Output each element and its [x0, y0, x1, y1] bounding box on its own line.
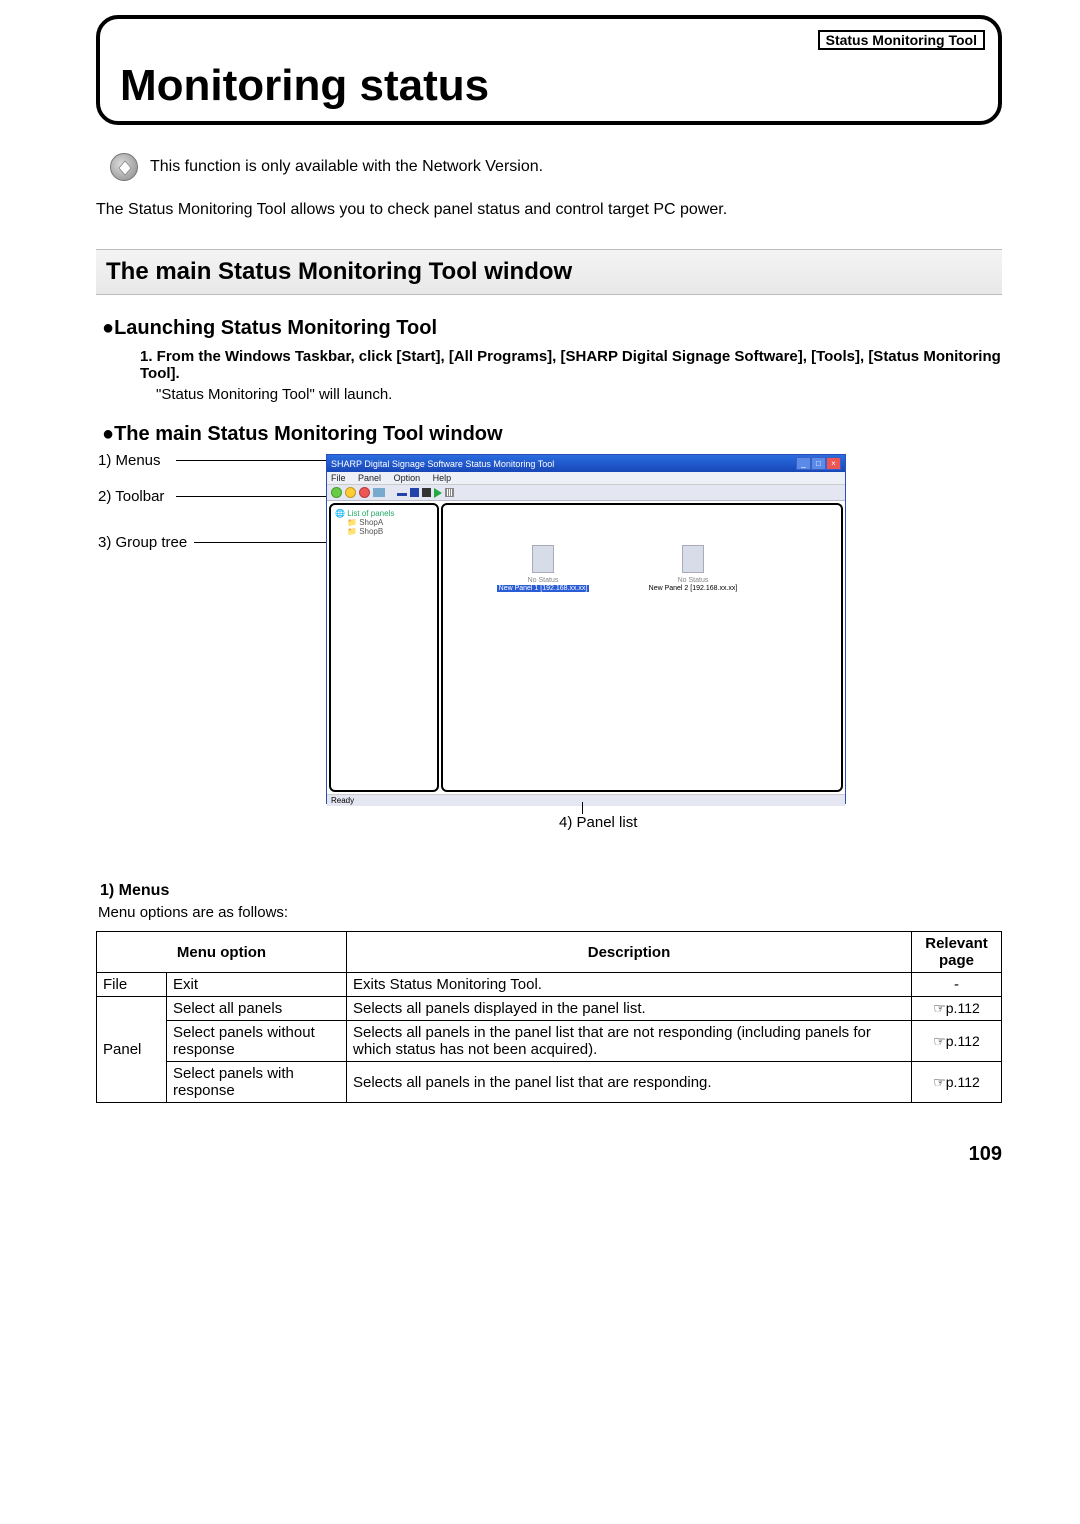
cell-option: Select all panels — [167, 997, 347, 1021]
menu-file[interactable]: File — [331, 473, 346, 483]
info-icon — [110, 153, 138, 181]
app-toolbar — [327, 485, 845, 501]
th-menu-option: Menu option — [97, 932, 347, 973]
callout-menus: 1) Menus — [98, 452, 161, 470]
minimize-icon[interactable]: _ — [796, 457, 811, 470]
table-row: Select panels with response Selects all … — [97, 1062, 1002, 1103]
panel-status: No Status — [483, 577, 603, 584]
title-box: Monitoring status — [96, 15, 1002, 125]
close-icon[interactable]: × — [826, 457, 841, 470]
page-title: Monitoring status — [120, 61, 489, 111]
th-description: Description — [347, 932, 912, 973]
menu-table: Menu option Description Relevant page Fi… — [96, 931, 1002, 1103]
diagram: 1) Menus 2) Toolbar 3) Group tree SHARP … — [96, 452, 1002, 872]
callout-toolbar: 2) Toolbar — [98, 488, 164, 506]
callout-group-tree: 3) Group tree — [98, 534, 187, 552]
th-relevant-page: Relevant page — [912, 932, 1002, 973]
panel-label: New Panel 2 [192.168.xx.xx] — [647, 585, 740, 592]
toolbar-play-icon[interactable] — [434, 488, 442, 498]
app-title: SHARP Digital Signage Software Status Mo… — [331, 459, 554, 469]
table-row: File Exit Exits Status Monitoring Tool. … — [97, 973, 1002, 997]
panel-list-pane: No Status New Panel 1 [192.168.xx.xx] No… — [441, 503, 843, 792]
panel-icon — [532, 545, 554, 573]
toolbar-list-icon[interactable] — [445, 488, 454, 497]
step-1: 1. From the Windows Taskbar, click [Star… — [140, 348, 1002, 382]
tree-item-shopb[interactable]: 📁 ShopB — [347, 527, 433, 536]
cell-page: ☞p.112 — [912, 1062, 1002, 1103]
toolbar-yellow-icon[interactable] — [345, 487, 356, 498]
cell-desc: Exits Status Monitoring Tool. — [347, 973, 912, 997]
panel-label: New Panel 1 [192.168.xx.xx] — [497, 585, 590, 592]
panel-icon — [682, 545, 704, 573]
tree-root-label: List of panels — [347, 509, 394, 518]
toolbar-red-icon[interactable] — [359, 487, 370, 498]
menu-option[interactable]: Option — [394, 473, 421, 483]
subheading-main-window: ●The main Status Monitoring Tool window — [102, 423, 1002, 446]
maximize-icon[interactable]: □ — [811, 457, 826, 470]
app-menubar: File Panel Option Help — [327, 472, 845, 485]
section-heading: The main Status Monitoring Tool window — [96, 249, 1002, 295]
tree-item-label: ShopB — [359, 527, 383, 536]
menus-heading: 1) Menus — [100, 882, 1002, 900]
tree-item-label: ShopA — [359, 518, 383, 527]
page-number: 109 — [96, 1143, 1002, 1166]
toolbar-refresh-icon[interactable] — [373, 488, 385, 497]
cell-option: Exit — [167, 973, 347, 997]
app-window: SHARP Digital Signage Software Status Mo… — [326, 454, 846, 804]
cell-menu: Panel — [97, 997, 167, 1103]
toolbar-dash-icon[interactable] — [397, 493, 407, 496]
panel-item[interactable]: No Status New Panel 2 [192.168.xx.xx] — [633, 545, 753, 592]
toolbar-stop-icon[interactable] — [410, 488, 419, 497]
tree-root[interactable]: 🌐 List of panels — [335, 509, 433, 518]
cell-page: ☞p.112 — [912, 997, 1002, 1021]
toolbar-blackstop-icon[interactable] — [422, 488, 431, 497]
info-text: This function is only available with the… — [150, 158, 543, 176]
menu-help[interactable]: Help — [433, 473, 452, 483]
cell-desc: Selects all panels in the panel list tha… — [347, 1021, 912, 1062]
panel-item[interactable]: No Status New Panel 1 [192.168.xx.xx] — [483, 545, 603, 592]
tree-item-shopa[interactable]: 📁 ShopA — [347, 518, 433, 527]
menus-intro: Menu options are as follows: — [98, 904, 1002, 921]
table-row: Select panels without response Selects a… — [97, 1021, 1002, 1062]
cell-desc: Selects all panels in the panel list tha… — [347, 1062, 912, 1103]
subheading-launching: ●Launching Status Monitoring Tool — [102, 317, 1002, 340]
menu-panel[interactable]: Panel — [358, 473, 381, 483]
cell-page: - — [912, 973, 1002, 997]
cell-page: ☞p.112 — [912, 1021, 1002, 1062]
app-titlebar: SHARP Digital Signage Software Status Mo… — [327, 455, 845, 472]
tree-pane: 🌐 List of panels 📁 ShopA 📁 ShopB — [329, 503, 439, 792]
cell-option: Select panels without response — [167, 1021, 347, 1062]
intro-text: The Status Monitoring Tool allows you to… — [96, 201, 1002, 219]
callout-panel-list: 4) Panel list — [559, 814, 637, 831]
cell-option: Select panels with response — [167, 1062, 347, 1103]
toolbar-green-icon[interactable] — [331, 487, 342, 498]
panel-status: No Status — [633, 577, 753, 584]
cell-menu: File — [97, 973, 167, 997]
cell-desc: Selects all panels displayed in the pane… — [347, 997, 912, 1021]
step-1-result: "Status Monitoring Tool" will launch. — [156, 386, 1002, 403]
table-row: Panel Select all panels Selects all pane… — [97, 997, 1002, 1021]
app-statusbar: Ready — [327, 794, 845, 806]
